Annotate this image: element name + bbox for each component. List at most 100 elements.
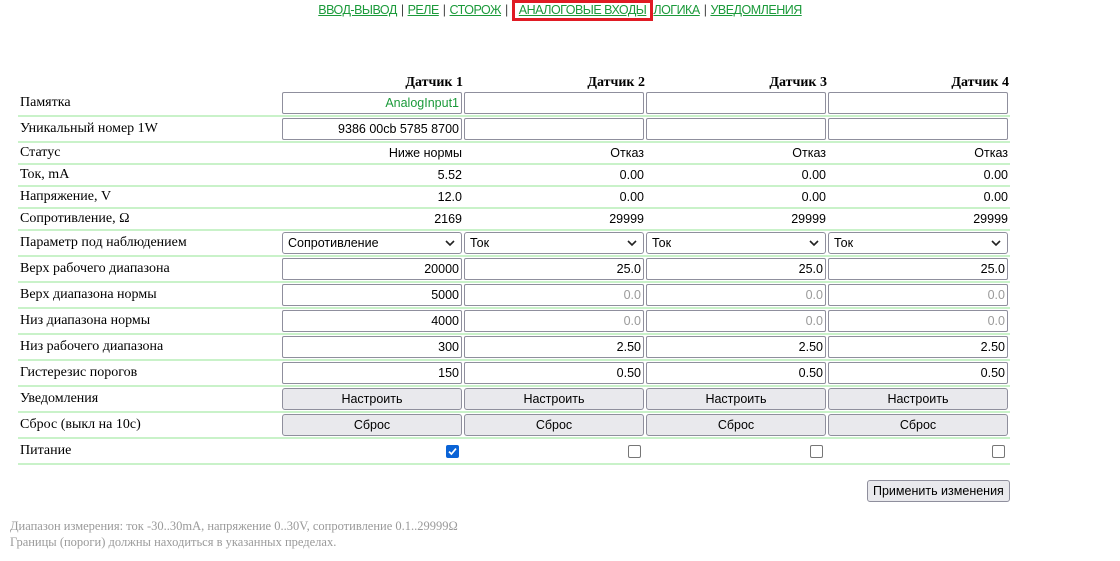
work-bottom-input-4[interactable]	[828, 336, 1008, 358]
norm-bottom-input-2[interactable]	[464, 310, 644, 332]
power-checkbox-1[interactable]	[446, 445, 459, 459]
current-label: Ток, mA	[18, 164, 282, 187]
norm-bottom-input-4[interactable]	[828, 310, 1008, 332]
reset-button-2[interactable]: Сброс	[464, 414, 644, 436]
reset-row: Сброс (выкл на 10с) Сброс Сброс Сброс Сб…	[18, 412, 1010, 439]
nav-link-analog-inputs[interactable]: АНАЛОГОВЫЕ ВХОДЫ	[519, 3, 647, 17]
norm-top-input-2[interactable]	[464, 284, 644, 306]
nav-separator: |	[400, 3, 404, 17]
hysteresis-input-2[interactable]	[464, 362, 644, 384]
param-select-1[interactable]: Сопротивление	[282, 232, 462, 254]
norm-top-input-3[interactable]	[646, 284, 826, 306]
configure-button-1[interactable]: Настроить	[282, 388, 462, 410]
norm-top-input-1[interactable]	[282, 284, 462, 306]
range-note: Диапазон измерения: ток -30..30mA, напря…	[10, 519, 458, 533]
hysteresis-input-4[interactable]	[828, 362, 1008, 384]
work-top-input-3[interactable]	[646, 258, 826, 280]
uid-input-3[interactable]	[646, 118, 826, 140]
param-row: Параметр под наблюдением Сопротивление Т…	[18, 230, 1010, 257]
work-top-input-1[interactable]	[282, 258, 462, 280]
checkmark-icon	[448, 448, 457, 456]
memo-label: Памятка	[18, 91, 282, 117]
reset-button-4[interactable]: Сброс	[828, 414, 1008, 436]
work-bottom-input-1[interactable]	[282, 336, 462, 358]
power-row: Питание	[18, 438, 1010, 465]
resistance-row: Сопротивление, Ω 2169 29999 29999 29999	[18, 208, 1010, 231]
nav-current-highlight: АНАЛОГОВЫЕ ВХОДЫ	[511, 0, 654, 21]
work-top-input-4[interactable]	[828, 258, 1008, 280]
norm-top-label: Верх диапазона нормы	[18, 282, 282, 309]
memo-input-2[interactable]	[464, 92, 644, 114]
voltage-label: Напряжение, V	[18, 186, 282, 209]
apply-changes-button[interactable]: Применить изменения	[867, 480, 1010, 502]
nav-link-logic[interactable]: ЛОГИКА	[653, 3, 700, 17]
sensor-header: Датчик 2	[587, 75, 645, 90]
param-label: Параметр под наблюдением	[18, 230, 282, 257]
resistance-value-1: 2169	[282, 208, 464, 231]
chevron-down-icon	[809, 240, 819, 247]
configure-button-3[interactable]: Настроить	[646, 388, 826, 410]
param-select-value: Ток	[652, 236, 672, 250]
status-label: Статус	[18, 142, 282, 165]
power-checkbox-2[interactable]	[628, 445, 641, 459]
nav-link-io[interactable]: ВВОД-ВЫВОД	[318, 3, 397, 17]
work-top-input-2[interactable]	[464, 258, 644, 280]
notify-label: Уведомления	[18, 386, 282, 413]
hysteresis-input-3[interactable]	[646, 362, 826, 384]
sensor-header-row: Датчик 1 Датчик 2 Датчик 3 Датчик 4	[18, 71, 1010, 91]
status-value-3: Отказ	[646, 142, 828, 165]
uid-input-1[interactable]	[282, 118, 462, 140]
hysteresis-label: Гистерезис порогов	[18, 360, 282, 387]
chevron-down-icon	[445, 240, 455, 247]
uid-input-4[interactable]	[828, 118, 1008, 140]
norm-bottom-input-1[interactable]	[282, 310, 462, 332]
param-select-3[interactable]: Ток	[646, 232, 826, 254]
param-select-4[interactable]: Ток	[828, 232, 1008, 254]
work-bottom-row: Низ рабочего диапазона	[18, 334, 1010, 361]
resistance-value-2: 29999	[464, 208, 646, 231]
uid-input-2[interactable]	[464, 118, 644, 140]
configure-button-4[interactable]: Настроить	[828, 388, 1008, 410]
configure-button-2[interactable]: Настроить	[464, 388, 644, 410]
norm-top-row: Верх диапазона нормы	[18, 282, 1010, 309]
limits-note: Границы (пороги) должны находиться в ука…	[10, 535, 337, 549]
reset-button-1[interactable]: Сброс	[282, 414, 462, 436]
voltage-row: Напряжение, V 12.0 0.00 0.00 0.00	[18, 186, 1010, 209]
power-checkbox-3[interactable]	[810, 445, 823, 459]
status-value-2: Отказ	[464, 142, 646, 165]
footnotes: Диапазон измерения: ток -30..30mA, напря…	[10, 518, 458, 550]
current-row: Ток, mA 5.52 0.00 0.00 0.00	[18, 164, 1010, 187]
current-value-2: 0.00	[464, 164, 646, 187]
sensor-header: Датчик 4	[951, 75, 1009, 90]
nav-link-watchdog[interactable]: СТОРОЖ	[450, 3, 502, 17]
sensor-header: Датчик 1	[405, 75, 463, 90]
power-checkbox-4[interactable]	[992, 445, 1005, 459]
sensor-header: Датчик 3	[769, 75, 827, 90]
voltage-value-2: 0.00	[464, 186, 646, 209]
work-bottom-input-3[interactable]	[646, 336, 826, 358]
memo-input-1[interactable]	[282, 92, 462, 114]
current-value-1: 5.52	[282, 164, 464, 187]
memo-input-4[interactable]	[828, 92, 1008, 114]
param-select-2[interactable]: Ток	[464, 232, 644, 254]
current-value-3: 0.00	[646, 164, 828, 187]
chevron-down-icon	[627, 240, 637, 247]
resistance-value-4: 29999	[828, 208, 1010, 231]
reset-button-3[interactable]: Сброс	[646, 414, 826, 436]
work-bottom-input-2[interactable]	[464, 336, 644, 358]
nav-link-notifications[interactable]: УВЕДОМЛЕНИЯ	[710, 3, 802, 17]
memo-input-3[interactable]	[646, 92, 826, 114]
norm-bottom-input-3[interactable]	[646, 310, 826, 332]
power-label: Питание	[18, 438, 282, 465]
nav-link-relay[interactable]: РЕЛЕ	[408, 3, 440, 17]
param-select-value: Ток	[470, 236, 490, 250]
voltage-value-3: 0.00	[646, 186, 828, 209]
work-top-label: Верх рабочего диапазона	[18, 256, 282, 283]
hysteresis-row: Гистерезис порогов	[18, 360, 1010, 387]
chevron-down-icon	[991, 240, 1001, 247]
hysteresis-input-1[interactable]	[282, 362, 462, 384]
current-value-4: 0.00	[828, 164, 1010, 187]
resistance-value-3: 29999	[646, 208, 828, 231]
norm-top-input-4[interactable]	[828, 284, 1008, 306]
label-column-header	[18, 71, 282, 91]
